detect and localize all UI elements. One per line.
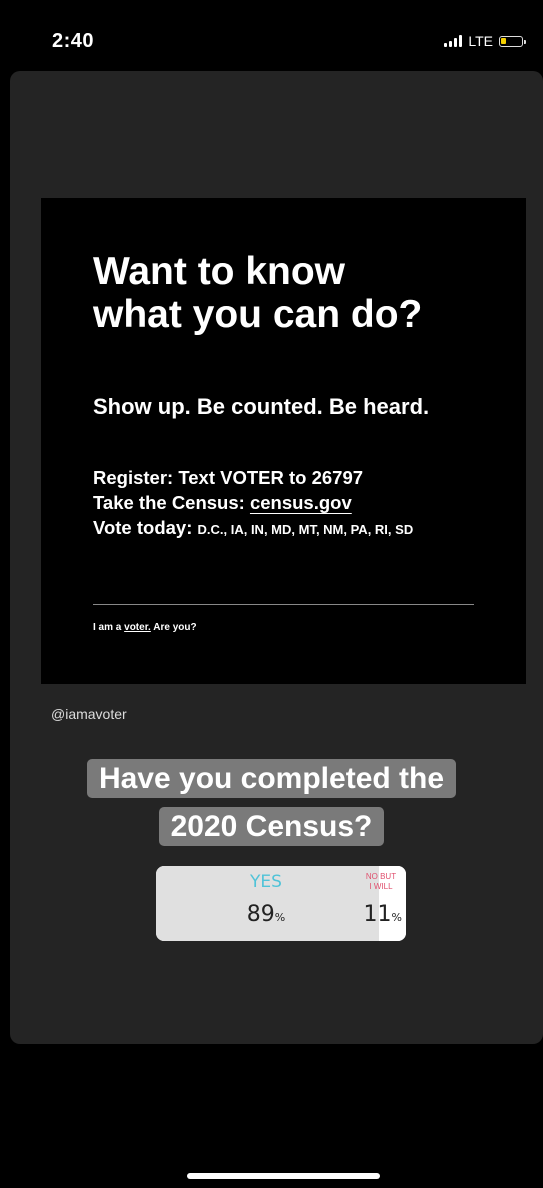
post-headline: Want to know what you can do? bbox=[93, 250, 513, 336]
no-label-line-2: I WILL bbox=[369, 882, 393, 891]
question-line-1: Have you completed the bbox=[86, 759, 457, 798]
question-line-2: 2020 Census? bbox=[158, 807, 385, 846]
yes-percent: 89% bbox=[156, 902, 376, 927]
no-label-line-1: NO BUT bbox=[365, 872, 397, 881]
register-line: Register: Text VOTER to 26797 bbox=[93, 467, 364, 488]
status-icons: LTE bbox=[444, 33, 526, 49]
poll-question: Have you completed the 2020 Census? bbox=[0, 755, 543, 851]
vote-states: D.C., IA, IN, MD, MT, NM, PA, RI, SD bbox=[197, 522, 414, 537]
census-line: Take the Census: census.gov bbox=[93, 490, 413, 515]
home-indicator[interactable] bbox=[187, 1173, 380, 1179]
yes-percent-sign: % bbox=[274, 911, 286, 924]
footer-voter: voter. bbox=[124, 622, 151, 633]
network-label: LTE bbox=[468, 33, 493, 49]
no-percent-value: 11 bbox=[363, 902, 392, 927]
census-link: census.gov bbox=[249, 492, 352, 513]
poll-option-no[interactable]: NO BUT I WILL bbox=[361, 872, 401, 892]
poll-sticker[interactable]: YES 89% NO BUT I WILL 11% bbox=[156, 866, 406, 941]
battery-icon bbox=[499, 35, 526, 47]
no-percent: 11% bbox=[364, 902, 402, 927]
post-info: Register: Text VOTER to 26797 Take the C… bbox=[93, 465, 413, 542]
status-time: 2:40 bbox=[52, 30, 95, 52]
signal-icon bbox=[444, 35, 463, 47]
vote-line: Vote today: D.C., IA, IN, MD, MT, NM, PA… bbox=[93, 515, 413, 542]
poll-option-yes[interactable]: YES bbox=[156, 872, 376, 892]
headline-line-1: Want to know bbox=[93, 250, 346, 293]
footer-prefix: I am a bbox=[93, 622, 125, 633]
footer-suffix: Are you? bbox=[150, 622, 197, 633]
post-footer: I am a voter. Are you? bbox=[93, 622, 197, 633]
yes-percent-value: 89 bbox=[246, 902, 275, 927]
no-percent-sign: % bbox=[391, 911, 402, 924]
shared-post-image[interactable]: Want to know what you can do? Show up. B… bbox=[41, 198, 526, 684]
census-prefix: Take the Census: bbox=[93, 492, 250, 513]
vote-prefix: Vote today: bbox=[93, 517, 198, 538]
post-divider bbox=[93, 604, 474, 605]
post-tagline: Show up. Be counted. Be heard. bbox=[93, 394, 430, 419]
status-bar: 2:40 LTE bbox=[0, 0, 543, 70]
account-handle-link[interactable]: @iamavoter bbox=[51, 706, 127, 722]
headline-line-2: what you can do? bbox=[93, 293, 423, 336]
